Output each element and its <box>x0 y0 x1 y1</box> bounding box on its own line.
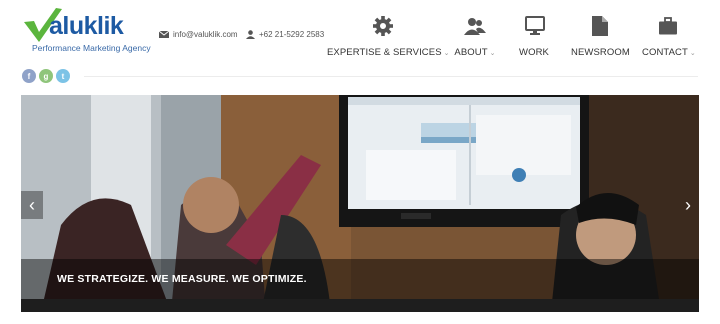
nav-work[interactable]: WORK <box>514 14 556 58</box>
nav-label: CONTACT ⌄ <box>642 47 696 58</box>
twitter-icon[interactable]: t <box>56 69 70 83</box>
hero-caption: WE STRATEGIZE. WE MEASURE. WE OPTIMIZE. <box>57 273 307 285</box>
contact-phone[interactable]: +62 21-5292 2583 <box>246 30 324 39</box>
chevron-right-icon: › <box>685 194 691 215</box>
nav-contact[interactable]: CONTACT ⌄ <box>642 14 696 58</box>
monitor-icon <box>525 16 545 35</box>
nav-newsroom-label: NEWSROOM <box>571 47 630 58</box>
nav-label: EXPERTISE & SERVICES ⌄ <box>327 47 450 58</box>
envelope-icon <box>159 31 169 38</box>
briefcase-icon <box>659 17 677 35</box>
brand-name: aluklik <box>49 12 124 40</box>
gear-icon <box>373 16 393 36</box>
nav-expertise-services[interactable]: EXPERTISE & SERVICES ⌄ <box>327 14 450 58</box>
nav-label: NEWSROOM <box>571 47 630 58</box>
nav-work-label: WORK <box>519 47 549 58</box>
chevron-down-icon: ⌄ <box>443 50 450 57</box>
people-icon <box>464 18 486 35</box>
document-icon <box>592 16 608 36</box>
user-icon <box>246 30 255 39</box>
nav-label: ABOUT ⌄ <box>451 47 499 58</box>
nav-newsroom[interactable]: NEWSROOM <box>571 14 630 58</box>
google-plus-icon[interactable]: g <box>39 69 53 83</box>
social-links: f g t <box>22 69 70 83</box>
nav-about-label: ABOUT <box>454 47 488 58</box>
brand-tagline: Performance Marketing Agency <box>32 43 151 53</box>
nav-about[interactable]: ABOUT ⌄ <box>451 14 499 58</box>
slider-prev-button[interactable]: ‹ <box>21 191 43 219</box>
brand-logo[interactable]: aluklik Performance Marketing Agency <box>22 6 151 53</box>
nav-label: WORK <box>514 47 556 58</box>
caption-bar: WE STRATEGIZE. WE MEASURE. WE OPTIMIZE. <box>21 259 699 299</box>
chevron-left-icon: ‹ <box>29 194 35 215</box>
facebook-icon[interactable]: f <box>22 69 36 83</box>
hero-footer-strip <box>21 299 699 312</box>
contact-email[interactable]: info@valuklik.com <box>159 30 238 39</box>
chevron-down-icon: ⌄ <box>689 50 696 57</box>
nav-expertise-label: EXPERTISE & SERVICES <box>327 47 442 58</box>
hero-slider[interactable]: WE STRATEGIZE. WE MEASURE. WE OPTIMIZE. … <box>21 95 699 312</box>
phone-text: +62 21-5292 2583 <box>259 30 325 39</box>
email-text[interactable]: info@valuklik.com <box>173 30 238 39</box>
nav-contact-label: CONTACT <box>642 47 688 58</box>
header-divider <box>84 76 698 77</box>
slider-next-button[interactable]: › <box>677 191 699 219</box>
chevron-down-icon: ⌄ <box>489 50 496 57</box>
